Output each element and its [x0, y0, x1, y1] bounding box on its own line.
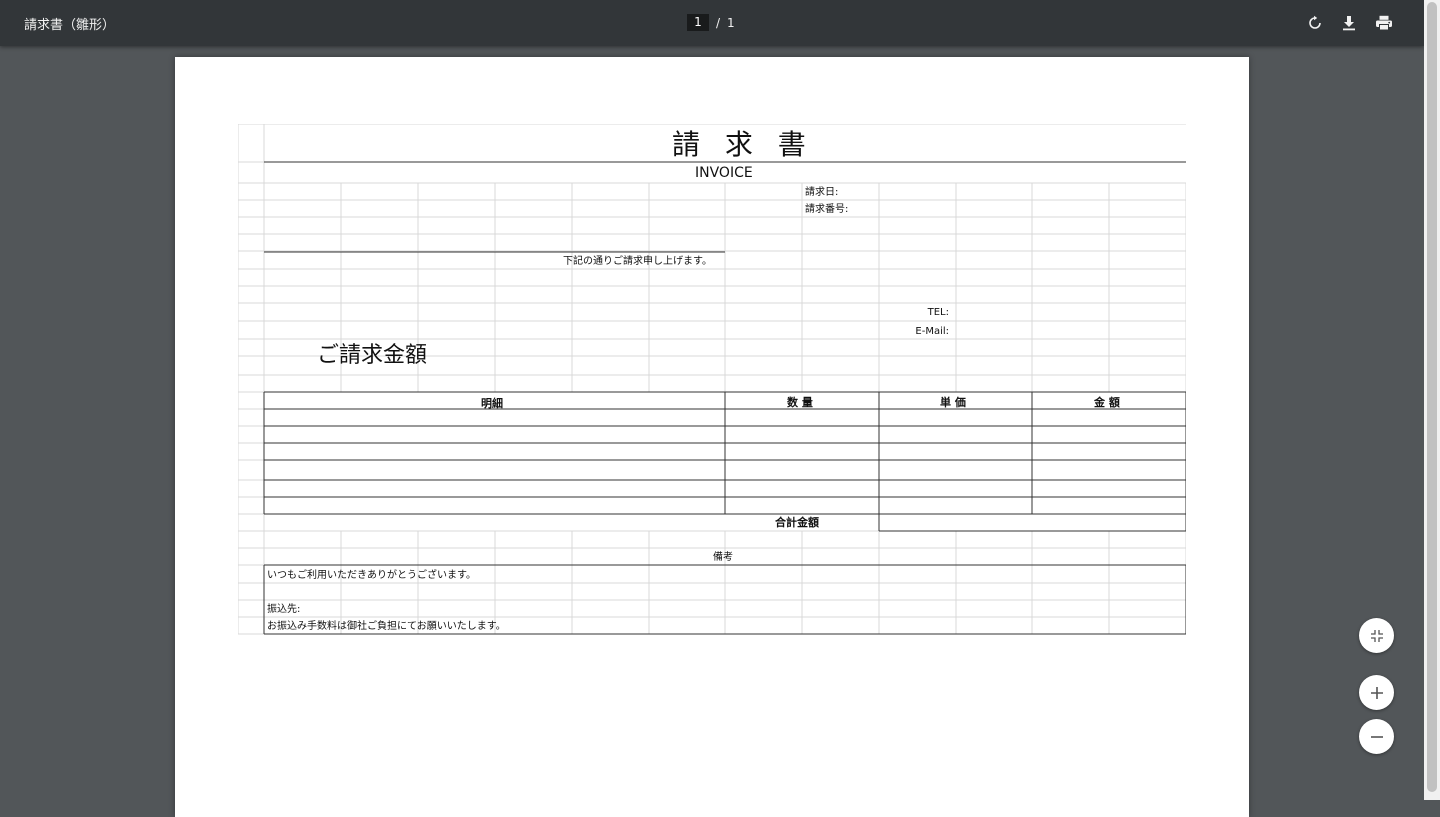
invoice-subtitle: INVOICE — [695, 165, 753, 181]
invoice-date-label: 請求日: — [805, 187, 839, 198]
document-title: 請求書（雛形） — [24, 18, 116, 33]
total-pages: 1 — [727, 15, 735, 30]
unit-price-header: 単 価 — [940, 396, 966, 409]
invoice-grid — [238, 124, 1186, 635]
fit-page-icon — [1370, 629, 1383, 642]
amount-header: 金 額 — [1094, 396, 1120, 409]
billing-amount-label: ご請求金額 — [317, 343, 428, 368]
download-button[interactable] — [1337, 11, 1361, 35]
zoom-out-button[interactable] — [1359, 719, 1394, 754]
viewer-toolbar: 請求書（雛形） 1 / 1 — [0, 0, 1424, 46]
zoom-out-icon — [1370, 735, 1383, 738]
download-icon — [1343, 16, 1355, 31]
print-button[interactable] — [1372, 11, 1396, 35]
invoice-sheet: 請 求 書 INVOICE 請求日: 請求番号: 下記の通りご請求申し上げます。… — [238, 124, 1186, 636]
remarks-line: お振込み手数料は御社ご負担にてお願いいたします。 — [267, 621, 506, 632]
page-indicator: 1 / 1 — [687, 14, 735, 31]
fit-page-button[interactable] — [1359, 618, 1394, 653]
rotate-button[interactable] — [1303, 11, 1327, 35]
description-header: 明細 — [481, 397, 503, 410]
quantity-header: 数 量 — [787, 396, 813, 409]
print-icon — [1376, 15, 1392, 31]
intro-text: 下記の通りご請求申し上げます。 — [563, 256, 712, 267]
page-separator: / — [716, 15, 721, 30]
total-amount-label: 合計金額 — [775, 516, 819, 529]
zoom-in-icon — [1370, 686, 1383, 699]
invoice-number-label: 請求番号: — [805, 204, 849, 215]
remarks-line: 振込先: — [267, 604, 301, 615]
rotate-icon — [1309, 15, 1321, 29]
zoom-in-button[interactable] — [1359, 675, 1394, 710]
invoice-title: 請 求 書 — [672, 128, 814, 161]
pdf-page: 請 求 書 INVOICE 請求日: 請求番号: 下記の通りご請求申し上げます。… — [175, 57, 1249, 817]
current-page-input[interactable]: 1 — [687, 14, 709, 31]
vertical-scrollbar[interactable] — [1424, 0, 1440, 800]
email-label: E-Mail: — [915, 326, 949, 337]
remarks-line: いつもご利用いただきありがとうございます。 — [267, 570, 476, 581]
remarks-label: 備考 — [713, 552, 733, 563]
tel-label: TEL: — [927, 307, 949, 318]
scrollbar-thumb[interactable] — [1427, 2, 1437, 792]
